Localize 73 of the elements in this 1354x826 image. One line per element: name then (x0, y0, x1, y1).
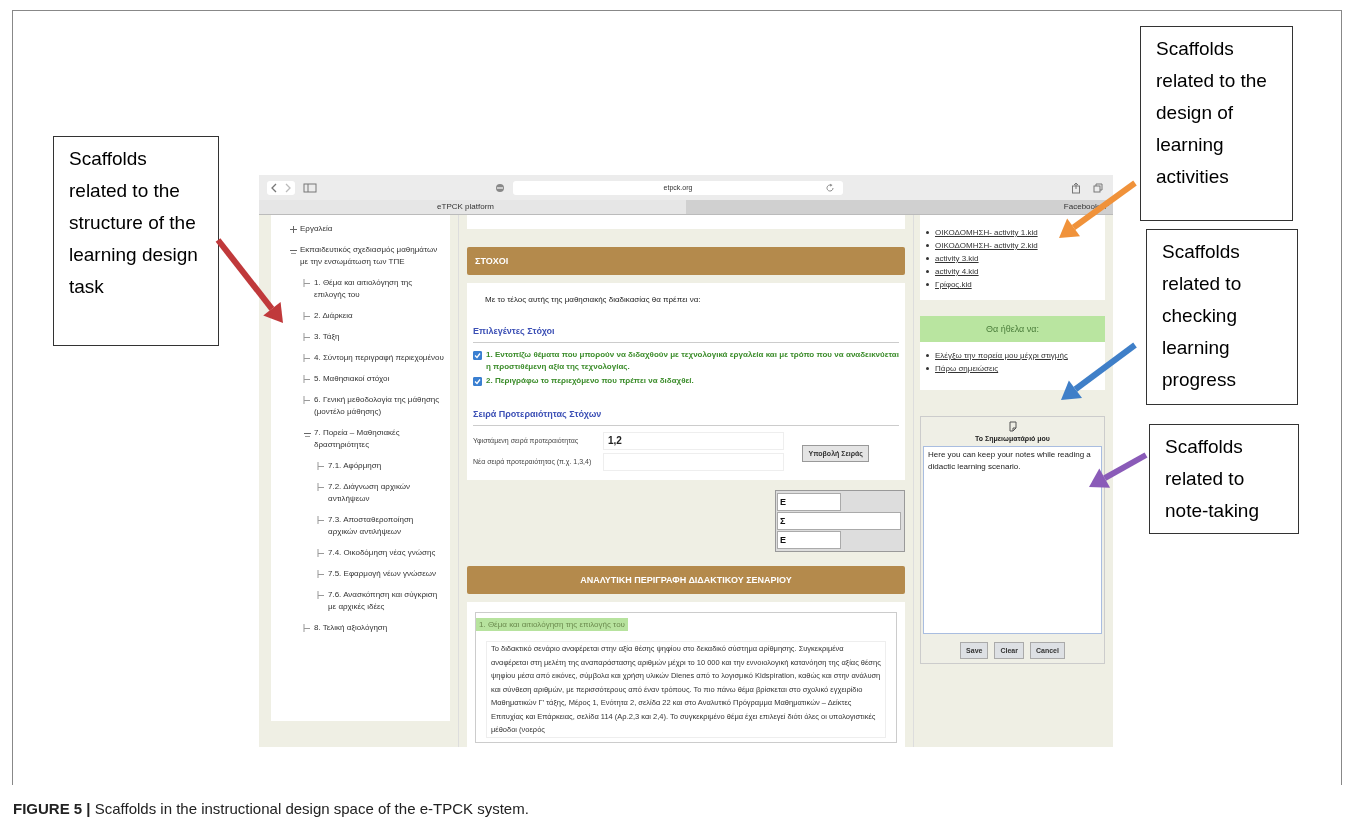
intro-text: Με το τέλος αυτής της μαθησιακής διαδικασίας θα πρέπει να: (467, 283, 905, 316)
tree-item[interactable]: 4. Σύντομη περιγραφή περιεχομένου (314, 352, 444, 364)
tree-branch-icon (317, 570, 326, 579)
site-icon (495, 182, 505, 193)
tree-branch-icon (317, 549, 326, 558)
file-link[interactable]: ΟΙΚΟΔΟΜΗΣΗ- activity 2.kid (935, 240, 1038, 251)
expand-icon[interactable] (289, 225, 298, 234)
section-legend: 1. Θέμα και αιτιολόγηση της επιλογής του (476, 618, 628, 631)
share-icon[interactable] (1069, 181, 1083, 194)
note-icon (1007, 421, 1018, 432)
tree-branch-icon (317, 483, 326, 492)
tree-item[interactable]: 7.6. Ανασκόπηση και σύγκριση με αρχικές ιδέες (328, 589, 444, 613)
file-link[interactable]: activity 3.kid (935, 253, 979, 264)
browser-tab[interactable]: Facebook (686, 200, 1113, 214)
bullet-icon (926, 244, 929, 247)
bullet-icon (926, 257, 929, 260)
popup-letter: Ε (779, 535, 786, 545)
tree-item[interactable]: Εργαλεία (300, 223, 333, 235)
file-link[interactable]: activity 4.kid (935, 266, 979, 277)
tree-item[interactable]: Εκπαιδευτικός σχεδιασμός μαθημάτων με την ενσωμάτωση των ΤΠΕ (300, 244, 444, 268)
popup-letter: Σ (779, 516, 786, 526)
tree-item[interactable]: 5. Μαθησιακοί στόχοι (314, 373, 390, 385)
bullet-icon (926, 283, 929, 286)
tree-branch-icon (303, 354, 312, 363)
section-header: ΑΝΑΛΥΤΙΚΗ ΠΕΡΙΓΡΑΦΗ ΔΙΔΑΚΤΙΚΟΥ ΣΕΝΑΡΙΟΥ (467, 566, 905, 594)
callout-box: Scaffolds related to note-taking (1149, 424, 1299, 534)
bullet-icon (926, 354, 929, 357)
figure-caption: FIGURE 5 | Scaffolds in the instructional design space of the e-TPCK system. (13, 800, 529, 817)
callout-box: Scaffolds related to the design of learning activities (1140, 26, 1293, 221)
reload-icon[interactable] (825, 182, 835, 193)
section-title: Σειρά Προτεραιότητας Στόχων (473, 409, 899, 426)
file-link[interactable]: ΟΙΚΟΔΟΜΗΣΗ- activity 1.kid (935, 227, 1038, 238)
tree-branch-icon (303, 312, 312, 321)
tree-item[interactable]: 7.3. Αποσταθεροποίηση αρχικών αντιλήψεων (328, 514, 444, 538)
tree-branch-icon (303, 375, 312, 384)
goal-text: 1. Εντοπίζω θέματα που μπορούν να διδαχθούν με τεχνολογικά εργαλεία και με τρόπο που να αναδεικνύεται η προστιθέμενη αξία της τεχνολογίας. (486, 349, 899, 373)
tree-branch-icon (303, 279, 312, 288)
panel-header: Θα ήθελα να: (920, 316, 1105, 342)
tree-item[interactable]: 8. Τελική αξιολόγηση (314, 622, 388, 634)
section-title: Επιλεγέντες Στόχοι (473, 326, 899, 343)
tree-branch-icon (303, 624, 312, 633)
tree-branch-icon (317, 516, 326, 525)
tabs-icon[interactable] (1091, 181, 1105, 194)
bullet-icon (926, 231, 929, 234)
tree-branch-icon (317, 591, 326, 600)
tree-branch-icon (303, 396, 312, 405)
bullet-icon (926, 367, 929, 370)
tree-item[interactable]: 7.5. Εφαρμογή νέων γνώσεων (328, 568, 437, 580)
callout-box: Scaffolds related to checking learning progress (1146, 229, 1298, 405)
tree-item[interactable]: 7. Πορεία – Μαθησιακές δραστηριότητες (314, 427, 444, 451)
action-link[interactable]: Πάρω σημειώσεις (935, 363, 999, 374)
sidebar-icon[interactable] (303, 182, 317, 193)
tree-item[interactable]: 7.4. Οικοδόμηση νέας γνώσης (328, 547, 436, 559)
tree-item[interactable]: 2. Διάρκεια (314, 310, 353, 322)
tree-item[interactable]: 3. Τάξη (314, 331, 340, 343)
input-field[interactable]: 1,2 (603, 432, 784, 450)
callout-box: Scaffolds related to the structure of the learning design task (53, 136, 219, 346)
tree-item[interactable]: 6. Γενική μεθοδολογία της μάθησης (μοντέλο μάθησης) (314, 394, 444, 418)
file-link[interactable]: Γρίφος.kid (935, 279, 972, 290)
section-header: ΣΤΟΧΟΙ (467, 247, 905, 275)
checkbox[interactable] (473, 351, 482, 360)
popup-letter: Ε (779, 497, 786, 507)
tree-item[interactable]: 1. Θέμα και αιτιολόγηση της επιλογής του (314, 277, 444, 301)
notes-field[interactable]: Here you can keep your notes while reading a didactic learning scenario. (923, 446, 1102, 634)
tree-branch-icon (303, 333, 312, 342)
action-link[interactable]: Ελέγξω την πορεία μου μέχρι στιγμής (935, 350, 1068, 361)
tree-branch-icon (317, 462, 326, 471)
goal-text: 2. Περιγράφω το περιεχόμενο που πρέπει να διδαχθεί. (486, 375, 694, 387)
tree-item[interactable]: 7.2. Διάγνωση αρχικών αντιλήψεων (328, 481, 444, 505)
browser-tab[interactable]: eTPCK platform (259, 200, 686, 214)
tree-item[interactable]: 7.1. Αφόρμηση (328, 460, 382, 472)
bullet-icon (926, 270, 929, 273)
checkbox[interactable] (473, 377, 482, 386)
